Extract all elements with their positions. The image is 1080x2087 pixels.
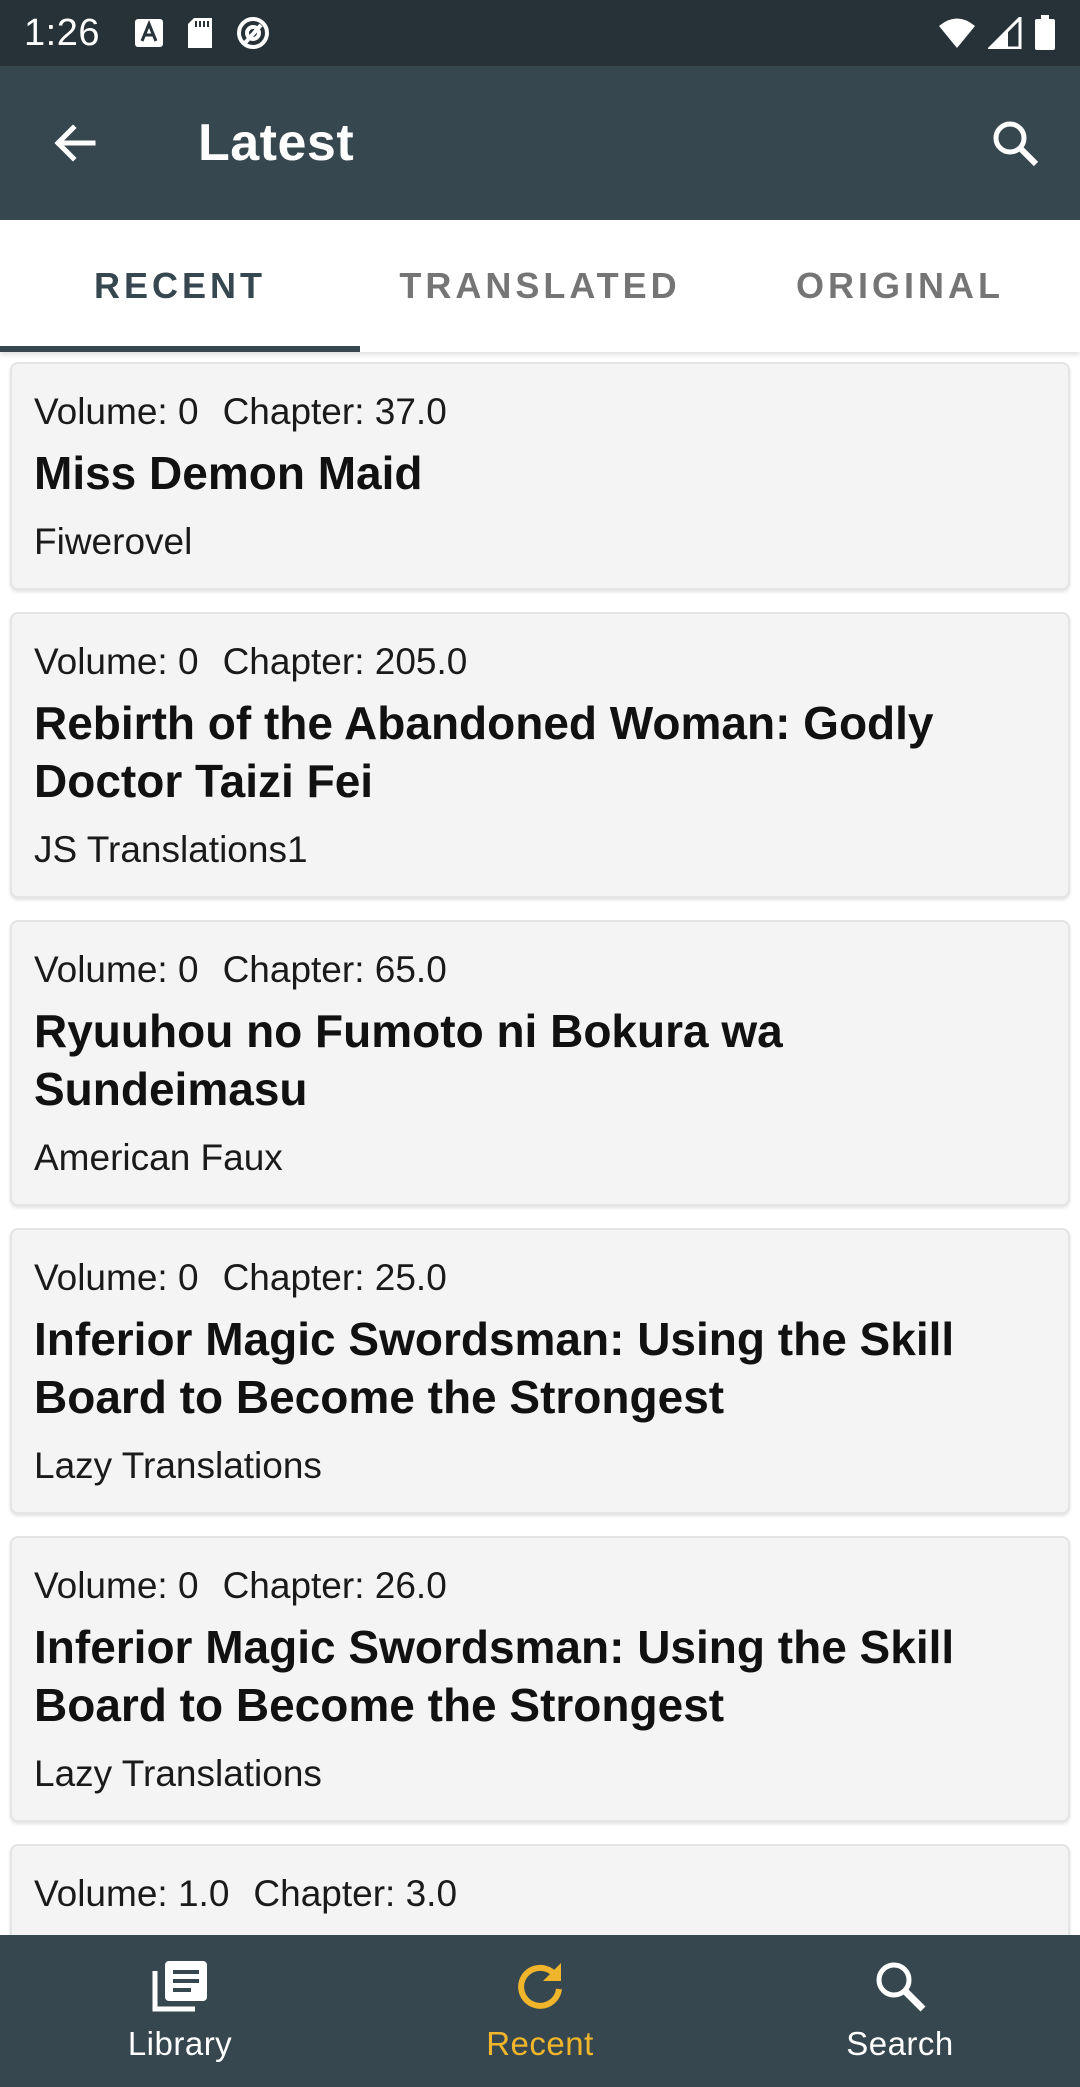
release-group: JS Translations1 bbox=[34, 829, 308, 870]
page-title: Latest bbox=[198, 114, 355, 172]
bottom-navigation: Library Recent Search bbox=[0, 1935, 1080, 2087]
release-chapter: Chapter: 25.0 bbox=[222, 1257, 447, 1298]
release-meta: Volume: 0 Chapter: 205.0 bbox=[34, 638, 1046, 686]
search-icon bbox=[989, 117, 1041, 169]
release-chapter: Chapter: 205.0 bbox=[222, 641, 468, 682]
release-title: Inferior Magic Swordsman: Using the Skil… bbox=[34, 1313, 955, 1423]
at-sign-icon bbox=[236, 16, 270, 50]
release-title: Ryuuhou no Fumoto ni Bokura wa Sundeimas… bbox=[34, 1005, 783, 1115]
release-volume: Volume: 0 bbox=[34, 641, 199, 682]
library-icon bbox=[151, 1959, 209, 2013]
release-meta: Volume: 1.0 Chapter: 3.0 bbox=[34, 1870, 1046, 1918]
release-volume: Volume: 0 bbox=[34, 1257, 199, 1298]
release-card[interactable]: Volume: 0 Chapter: 205.0 Rebirth of the … bbox=[10, 612, 1070, 898]
release-volume: Volume: 0 bbox=[34, 949, 199, 990]
refresh-icon bbox=[513, 1959, 567, 2013]
nav-library[interactable]: Library bbox=[0, 1935, 360, 2087]
release-card[interactable]: Volume: 0 Chapter: 37.0 Miss Demon Maid … bbox=[10, 362, 1070, 590]
release-list[interactable]: Volume: 0 Chapter: 37.0 Miss Demon Maid … bbox=[0, 352, 1080, 1935]
sd-card-icon bbox=[186, 17, 214, 49]
release-chapter: Chapter: 65.0 bbox=[222, 949, 447, 990]
release-card[interactable]: Volume: 0 Chapter: 25.0 Inferior Magic S… bbox=[10, 1228, 1070, 1514]
release-group: Lazy Translations bbox=[34, 1445, 322, 1486]
tab-translated[interactable]: TRANSLATED bbox=[360, 220, 720, 352]
back-button[interactable] bbox=[0, 66, 150, 220]
release-card[interactable]: Volume: 0 Chapter: 65.0 Ryuuhou no Fumot… bbox=[10, 920, 1070, 1206]
nav-recent[interactable]: Recent bbox=[360, 1935, 720, 2087]
release-meta: Volume: 0 Chapter: 37.0 bbox=[34, 388, 1046, 436]
release-volume: Volume: 0 bbox=[34, 391, 199, 432]
app-screen: 1:26 Latest RECENT TRANSLATED ORIGINAL V… bbox=[0, 0, 1080, 2087]
nav-label-library: Library bbox=[127, 2025, 233, 2062]
font-notification-icon bbox=[134, 18, 164, 48]
release-meta: Volume: 0 Chapter: 25.0 bbox=[34, 1254, 1046, 1302]
release-title: Inferior Magic Swordsman: Using the Skil… bbox=[34, 1621, 955, 1731]
release-card[interactable]: Volume: 0 Chapter: 26.0 Inferior Magic S… bbox=[10, 1536, 1070, 1822]
release-group: American Faux bbox=[34, 1137, 283, 1178]
status-notification-icons bbox=[134, 16, 270, 50]
release-meta: Volume: 0 Chapter: 26.0 bbox=[34, 1562, 1046, 1610]
nav-label-search: Search bbox=[846, 2025, 954, 2062]
release-group: Fiwerovel bbox=[34, 521, 193, 562]
arrow-back-icon bbox=[51, 119, 99, 167]
release-chapter: Chapter: 37.0 bbox=[222, 391, 447, 432]
release-title: Miss Demon Maid bbox=[34, 447, 423, 499]
wifi-icon bbox=[938, 17, 976, 49]
release-meta: Volume: 0 Chapter: 65.0 bbox=[34, 946, 1046, 994]
status-bar: 1:26 bbox=[0, 0, 1080, 66]
signal-icon bbox=[988, 17, 1022, 49]
nav-label-recent: Recent bbox=[486, 2025, 594, 2062]
tab-recent[interactable]: RECENT bbox=[0, 220, 360, 352]
release-card[interactable]: Volume: 1.0 Chapter: 3.0 bbox=[10, 1844, 1070, 1935]
status-time: 1:26 bbox=[24, 11, 100, 54]
release-group: Lazy Translations bbox=[34, 1753, 322, 1794]
search-button[interactable] bbox=[950, 66, 1080, 220]
release-chapter: Chapter: 26.0 bbox=[222, 1565, 447, 1606]
app-bar: Latest bbox=[0, 66, 1080, 220]
search-icon bbox=[873, 1959, 927, 2013]
release-title: Rebirth of the Abandoned Woman: Godly Do… bbox=[34, 697, 934, 807]
release-chapter: Chapter: 3.0 bbox=[253, 1873, 458, 1914]
release-volume: Volume: 0 bbox=[34, 1565, 199, 1606]
tab-original[interactable]: ORIGINAL bbox=[720, 220, 1080, 352]
tab-bar: RECENT TRANSLATED ORIGINAL bbox=[0, 220, 1080, 352]
status-system-icons bbox=[938, 15, 1056, 51]
release-volume: Volume: 1.0 bbox=[34, 1873, 230, 1914]
battery-icon bbox=[1034, 15, 1056, 51]
nav-search[interactable]: Search bbox=[720, 1935, 1080, 2087]
